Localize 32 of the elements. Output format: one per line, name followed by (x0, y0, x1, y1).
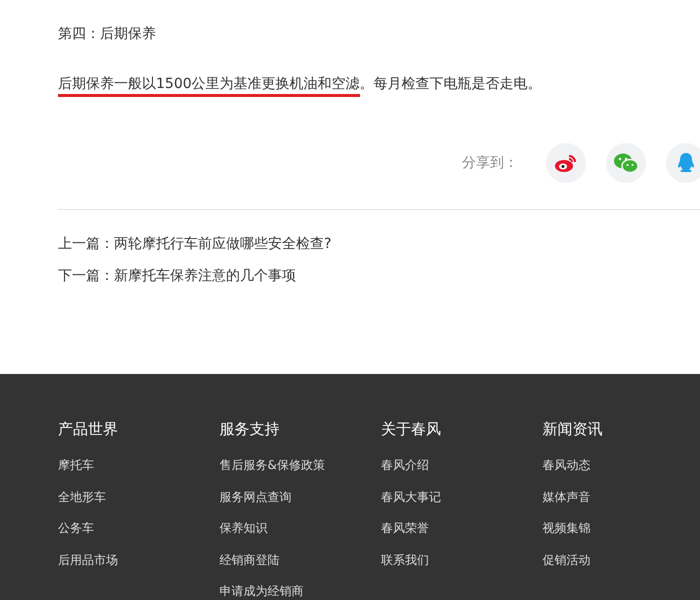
weibo-icon (554, 153, 578, 173)
footer-heading: 新闻资讯 (542, 419, 604, 440)
wechat-share-button[interactable] (606, 143, 646, 183)
footer-heading: 产品世界 (58, 419, 119, 440)
footer-link[interactable]: 视频集锦 (542, 519, 700, 538)
footer-link[interactable]: 售后服务&保修政策 (220, 456, 381, 474)
footer-link[interactable]: 媒体声音 (542, 488, 700, 506)
qq-share-button[interactable] (666, 143, 700, 183)
footer-link[interactable]: 保养知识 (220, 519, 381, 538)
footer-link[interactable]: 春风介绍 (381, 456, 542, 474)
footer-link[interactable]: 春风大事记 (381, 488, 542, 506)
share-label: 分享到： (462, 154, 518, 172)
footer-link[interactable]: 摩托车 (58, 456, 220, 474)
footer-link[interactable]: 全地形车 (58, 488, 220, 506)
footer-link[interactable]: 春风动态 (542, 456, 700, 474)
weibo-share-button[interactable] (546, 143, 586, 183)
footer-link[interactable]: 经销商登陆 (220, 550, 381, 569)
footer-link[interactable]: 春风荣誉 (381, 519, 542, 538)
article-paragraph: 后期保养一般以1500公里为基准更换机油和空滤。每月检查下电瓶是否走电。 (58, 74, 700, 94)
footer-link[interactable]: 联系我们 (381, 550, 542, 569)
footer-link[interactable]: 申请成为经销商 (220, 582, 381, 600)
footer-link[interactable]: 后用品市场 (58, 550, 220, 569)
footer-link[interactable]: 公务车 (58, 519, 220, 538)
wechat-icon (613, 152, 639, 174)
section-heading: 第四：后期保养 (58, 25, 157, 44)
article-link[interactable]: 下一篇：新摩托车保养注意的几个事项 (58, 266, 700, 286)
footer-link[interactable]: 服务网点查询 (220, 488, 381, 506)
footer-heading: 关于春风 (381, 419, 442, 440)
footer-heading: 服务支持 (220, 419, 280, 440)
footer-link[interactable]: 促销活动 (542, 550, 700, 569)
article-link[interactable]: 上一篇：两轮摩托行车前应做哪些安全检查? (58, 234, 700, 254)
penguin-icon (677, 152, 695, 174)
